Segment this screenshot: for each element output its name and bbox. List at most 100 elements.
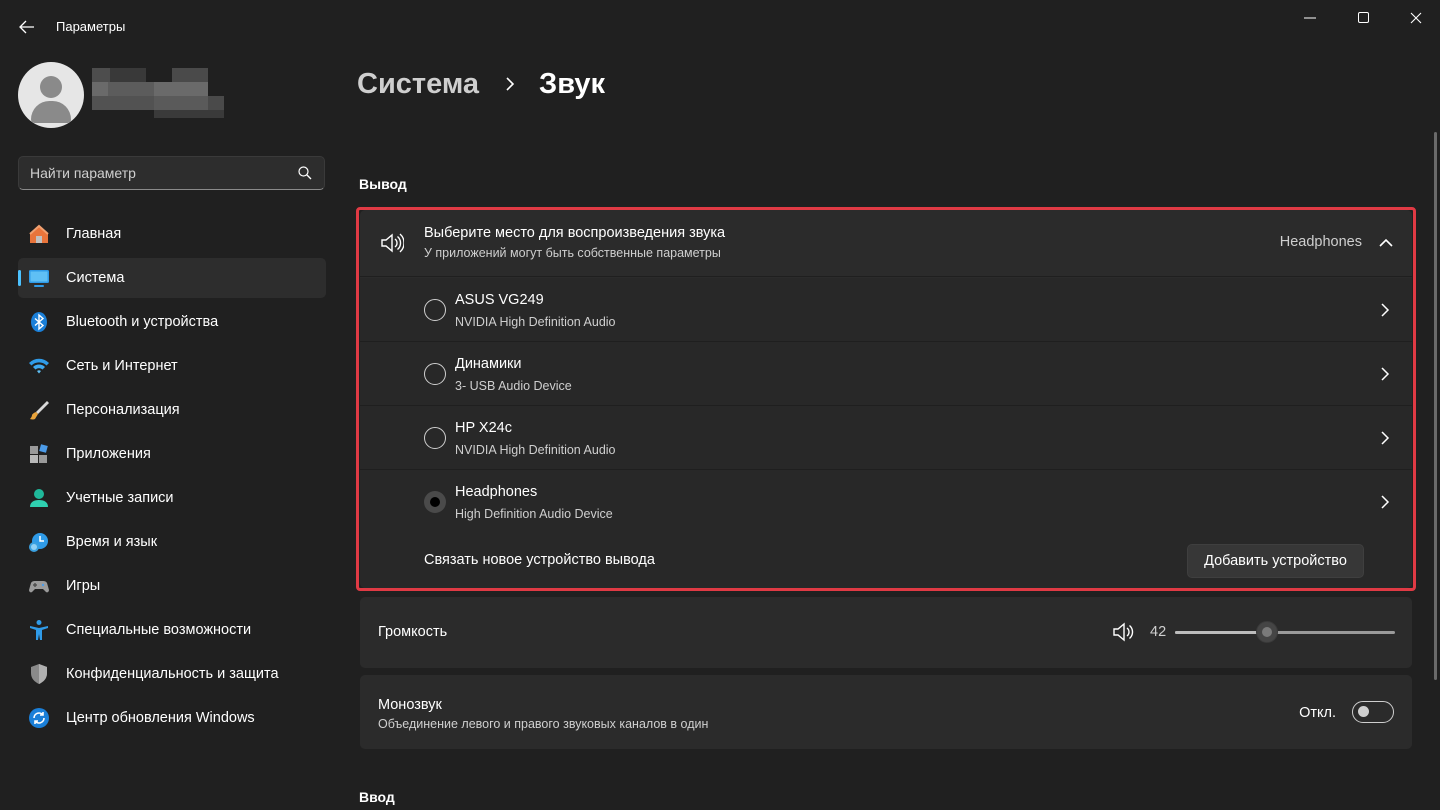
sidebar-item-bluetooth[interactable]: Bluetooth и устройства (18, 302, 326, 342)
sidebar-item-label: Игры (66, 578, 101, 594)
output-device-row[interactable]: ASUS VG249 NVIDIA High Definition Audio (360, 278, 1412, 342)
mono-audio-card: Монозвук Объединение левого и правого зв… (360, 675, 1412, 749)
bluetooth-icon (31, 312, 47, 332)
output-device-row[interactable]: Headphones High Definition Audio Device (360, 470, 1412, 534)
mono-audio-subtitle: Объединение левого и правого звуковых ка… (378, 717, 709, 731)
back-arrow-icon (19, 20, 34, 34)
device-description: NVIDIA High Definition Audio (455, 315, 616, 329)
device-description: 3- USB Audio Device (455, 379, 572, 393)
chevron-up-icon[interactable] (1378, 235, 1394, 251)
sidebar-item-personalization[interactable]: Персонализация (18, 390, 326, 430)
output-device-row[interactable]: Динамики 3- USB Audio Device (360, 342, 1412, 406)
sidebar-item-label: Bluetooth и устройства (66, 314, 219, 330)
sidebar-item-label: Конфиденциальность и защита (66, 666, 279, 682)
back-button[interactable] (14, 14, 40, 40)
device-description: High Definition Audio Device (455, 507, 613, 521)
sidebar-item-system[interactable]: Система (18, 258, 326, 298)
minimize-button[interactable] (1287, 4, 1333, 32)
chevron-right-icon[interactable] (1378, 430, 1392, 446)
device-radio[interactable] (424, 427, 446, 449)
output-header-title: Выберите место для воспроизведения звука (424, 225, 726, 241)
sidebar-item-accessibility[interactable]: Специальные возможности (18, 610, 326, 650)
breadcrumb-separator (497, 77, 523, 91)
sidebar-item-accounts[interactable]: Учетные записи (18, 478, 326, 518)
sidebar-item-label: Главная (66, 226, 122, 242)
wifi-icon (29, 358, 49, 374)
title-bar: Параметры (0, 0, 1440, 52)
output-device-header[interactable]: Выберите место для воспроизведения звука… (360, 210, 1412, 277)
search-icon[interactable] (298, 166, 312, 180)
output-device-row[interactable]: HP X24c NVIDIA High Definition Audio (360, 406, 1412, 470)
chevron-right-icon[interactable] (1378, 302, 1392, 318)
close-button[interactable] (1393, 4, 1439, 32)
username-redacted (92, 68, 224, 120)
system-icon (29, 270, 49, 287)
sidebar-item-label: Учетные записи (66, 490, 174, 506)
volume-card: Громкость 42 (360, 597, 1412, 668)
page-title: Звук (539, 67, 605, 100)
volume-value: 42 (1150, 624, 1167, 640)
mono-audio-toggle[interactable] (1352, 701, 1394, 723)
device-name: ASUS VG249 (455, 292, 544, 308)
sidebar-item-label: Приложения (66, 446, 151, 462)
sidebar-item-label: Специальные возможности (66, 622, 252, 638)
apps-icon (30, 444, 48, 463)
sidebar-item-label: Персонализация (66, 402, 180, 418)
maximize-button[interactable] (1341, 4, 1387, 32)
mono-audio-title: Монозвук (378, 697, 442, 713)
volume-icon[interactable] (1112, 622, 1134, 642)
app-title: Параметры (56, 19, 126, 34)
brush-icon (30, 401, 49, 420)
sidebar-item-label: Центр обновления Windows (66, 710, 255, 726)
sidebar-item-time-language[interactable]: Время и язык (18, 522, 326, 562)
search-input[interactable] (19, 157, 289, 189)
sidebar-item-label: Время и язык (66, 534, 158, 550)
output-section-title: Вывод (359, 176, 407, 192)
device-name: HP X24c (455, 420, 512, 436)
sidebar-item-network[interactable]: Сеть и Интернет (18, 346, 326, 386)
sidebar-item-label: Сеть и Интернет (66, 358, 178, 374)
pair-device-label: Связать новое устройство вывода (424, 552, 655, 568)
account-icon (30, 489, 48, 507)
update-icon (29, 708, 49, 728)
avatar-body (31, 101, 71, 123)
gamepad-icon (29, 581, 49, 593)
search-box (18, 156, 325, 190)
device-radio[interactable] (424, 363, 446, 385)
minimize-icon (1304, 17, 1316, 19)
avatar[interactable] (18, 62, 84, 128)
breadcrumb-parent[interactable]: Система (357, 68, 479, 101)
volume-slider[interactable] (1175, 620, 1395, 644)
sidebar-item-apps[interactable]: Приложения (18, 434, 326, 474)
sidebar-item-privacy[interactable]: Конфиденциальность и защита (18, 654, 326, 694)
output-header-subtitle: У приложений могут быть собственные пара… (424, 246, 721, 260)
device-radio[interactable] (424, 299, 446, 321)
breadcrumb: Система Звук (357, 64, 605, 104)
sidebar-nav: Главная Система Bluetooth и устройства С… (18, 214, 326, 742)
device-name: Headphones (455, 484, 538, 500)
speaker-icon (381, 233, 404, 253)
sidebar-item-windows-update[interactable]: Центр обновления Windows (18, 698, 326, 738)
input-section-title: Ввод (359, 789, 395, 805)
device-description: NVIDIA High Definition Audio (455, 443, 616, 457)
chevron-right-icon[interactable] (1378, 366, 1392, 382)
device-radio-selected[interactable] (424, 491, 446, 513)
time-language-icon (29, 533, 48, 552)
add-device-button[interactable]: Добавить устройство (1187, 544, 1364, 578)
chevron-right-icon[interactable] (1378, 494, 1392, 510)
toggle-state-label: Откл. (1299, 705, 1336, 721)
output-device-card: Выберите место для воспроизведения звука… (360, 210, 1412, 588)
shield-icon (31, 664, 47, 684)
selected-output-device: Headphones (1279, 234, 1362, 250)
home-icon (29, 224, 49, 243)
pair-device-row: Связать новое устройство вывода Добавить… (360, 533, 1412, 588)
maximize-icon (1358, 12, 1369, 23)
scrollbar[interactable] (1434, 132, 1437, 680)
sidebar-item-gaming[interactable]: Игры (18, 566, 326, 606)
avatar-head (40, 76, 62, 98)
accessibility-icon (30, 620, 48, 640)
close-icon (1410, 12, 1422, 24)
volume-label: Громкость (378, 624, 448, 640)
sidebar-item-home[interactable]: Главная (18, 214, 326, 254)
slider-thumb[interactable] (1256, 621, 1278, 643)
